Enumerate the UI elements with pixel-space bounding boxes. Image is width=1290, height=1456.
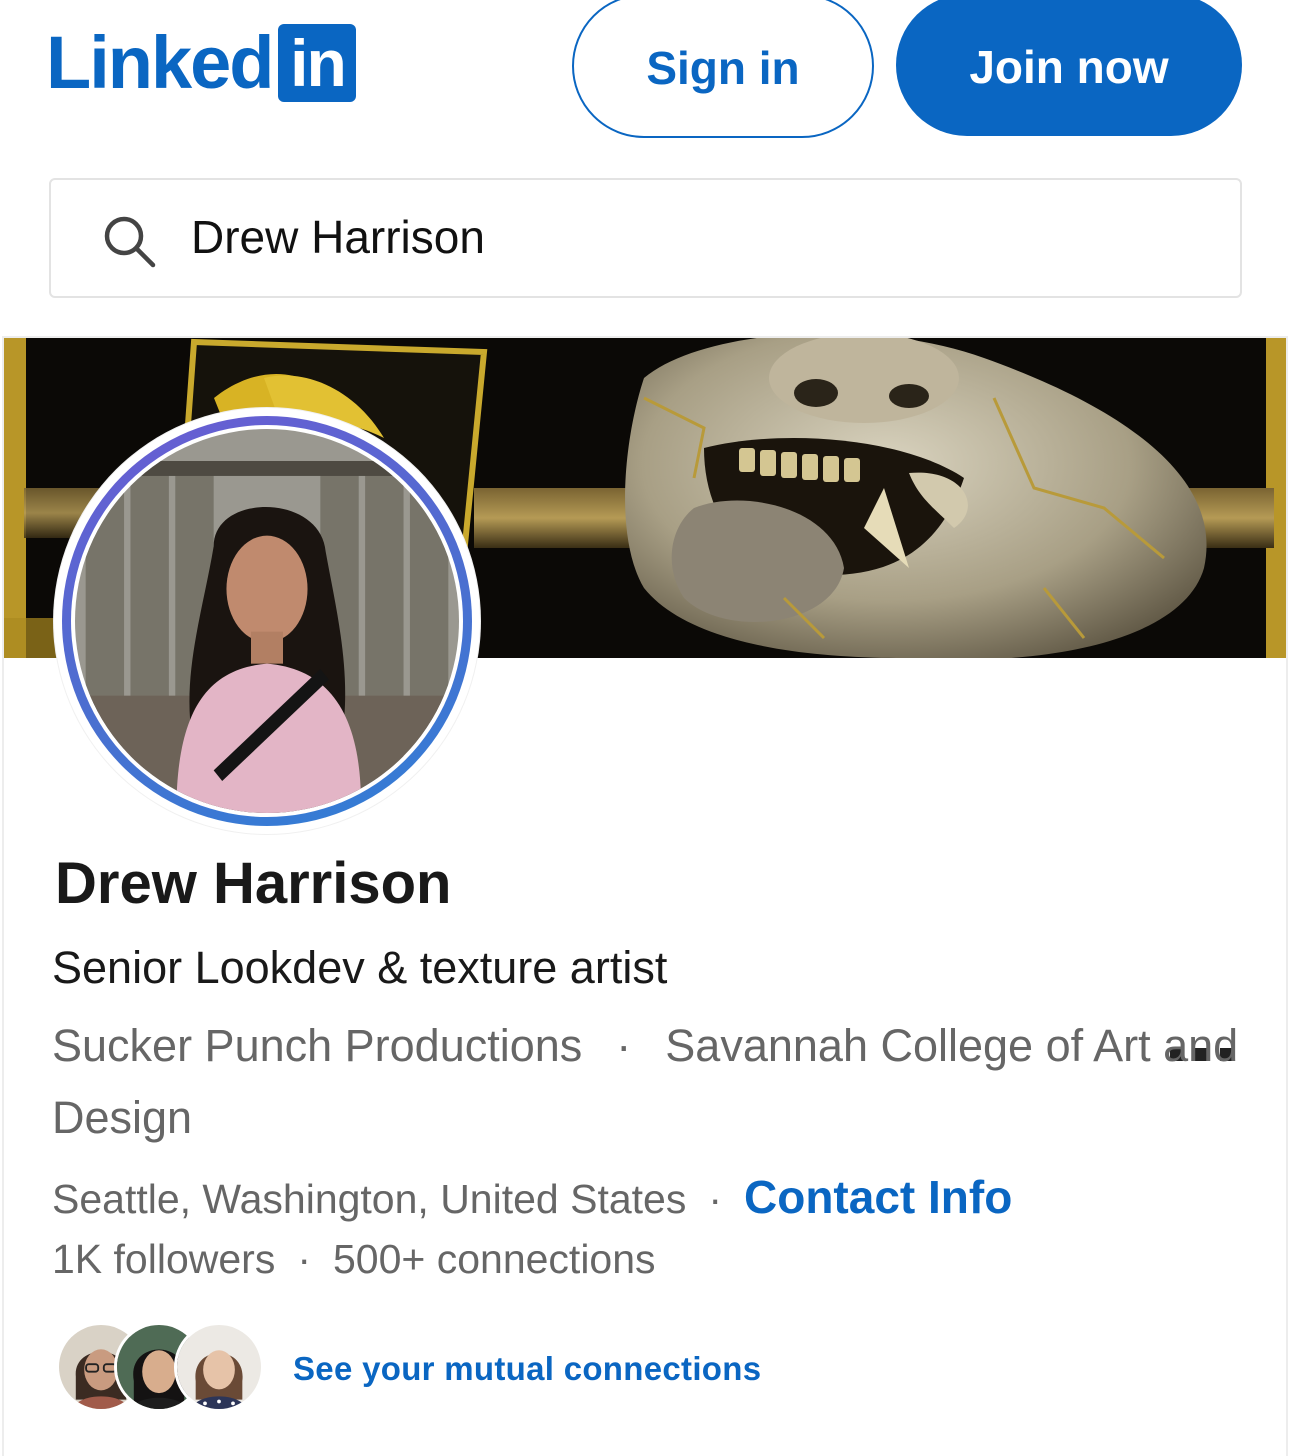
mutual-avatars[interactable] [56,1322,276,1414]
connections-count: 500+ connections [332,1236,656,1282]
search-icon [104,216,156,268]
search-bar[interactable]: Drew Harrison [49,178,1242,298]
logo-wordmark: Linked [46,21,274,104]
linkedin-logo[interactable]: Linked in [46,21,357,104]
location-row: Seattle, Washington, United States · Con… [52,1170,1012,1224]
company-link[interactable]: Sucker Punch Productions [52,1020,582,1071]
profile-name: Drew Harrison [55,851,452,916]
search-input[interactable]: Drew Harrison [191,210,485,264]
logo-in-box: in [278,24,357,102]
followers-count: 1K followers [52,1236,276,1282]
profile-location: Seattle, Washington, United States [52,1176,687,1222]
contact-info-link[interactable]: Contact Info [744,1170,1012,1224]
profile-headline: Senior Lookdev & texture artist [52,942,668,993]
profile-organizations: Sucker Punch Productions · Savannah Colleg… [52,1010,1252,1154]
separator-dot: · [708,1176,722,1222]
mutual-connections-link[interactable]: See your mutual connections [293,1350,761,1388]
profile-avatar [54,408,480,834]
join-now-button[interactable]: Join now [896,0,1242,136]
sign-in-button[interactable]: Sign in [572,0,874,138]
top-bar: Linked in Sign in Join now [0,0,1290,160]
separator-dot: · [616,1020,632,1071]
stats-row: 1K followers · 500+ connections [52,1236,656,1283]
mutual-avatar [174,1322,264,1412]
separator-dot: · [297,1236,311,1282]
profile-photo [75,429,459,813]
